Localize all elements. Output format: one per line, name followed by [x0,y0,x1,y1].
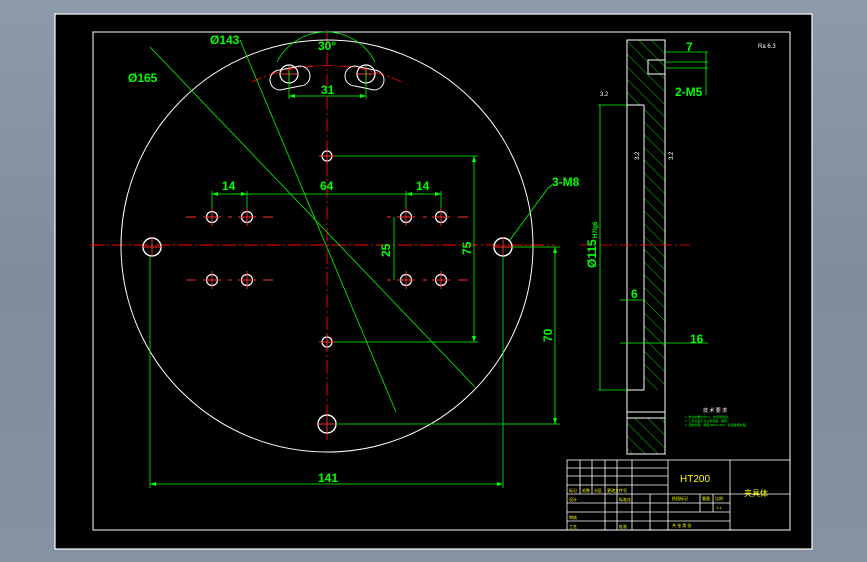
stage-label: 阶段标记 [672,495,688,501]
scale-label: 比例 [715,495,723,501]
slot-angle-label: 30° [318,39,336,53]
check-label: 审核 [569,514,577,520]
group-span-label: 64 [320,179,334,193]
bottom-offset-label: 70 [541,328,555,342]
vertical-pitch-label: 25 [379,243,393,257]
drawing-window: Ø165 Ø143 30° 31 14 14 64 3-M8 141 25 75… [54,13,813,550]
approve-label: 批准 [619,523,627,529]
left-spacing-label: 14 [222,179,236,193]
scale-value: 1:1 [716,505,722,510]
section-hatch-lower [627,418,665,454]
design-label: 设计 [569,496,577,502]
standard-label: 标准化 [619,496,631,502]
inner-thickness-label: 6 [631,287,638,301]
svg-text:3.2: 3.2 [669,151,675,160]
corner-roughness-mark: Ra 6.3 [758,44,776,50]
thread-callout: 2-M5 [675,85,703,99]
right-spacing-label: 14 [416,179,430,193]
bore-callout: Ø115 [585,239,599,268]
notes-line-3: 3. 调质处理，硬度HB220-250，表面发黑处理。 [685,422,749,427]
vertical-span-label: 75 [460,241,474,255]
side-hole-callout: 3-M8 [552,175,580,189]
section-hatch-side [644,105,665,390]
bore-fit: H7/g6 [593,221,599,238]
sheet-label: 共 张 第 张 [672,522,691,528]
count-label: 处数 [582,487,590,493]
process-label: 工艺 [569,524,577,529]
outer-diameter-label: Ø165 [128,71,158,85]
zone-label: 分区 [594,487,602,493]
mark-label: 标记 [569,487,577,493]
svg-text:3.2: 3.2 [635,151,641,160]
part-name-label: 夹具体 [744,488,768,498]
slot-chord-label: 31 [321,83,335,97]
svg-text:3.2: 3.2 [600,92,609,98]
notes-title: 技 术 要 求 [703,407,727,414]
weight-label: 重量 [702,495,710,501]
material-label: HT200 [680,474,710,485]
bolt-circle-label: Ø143 [210,33,240,47]
plate-thickness-label: 16 [690,332,704,346]
depth-label: 7 [686,40,693,54]
overall-width-label: 141 [318,471,338,485]
section-hatch-upper [627,40,665,105]
change-label: 更改文件号 [607,487,627,493]
